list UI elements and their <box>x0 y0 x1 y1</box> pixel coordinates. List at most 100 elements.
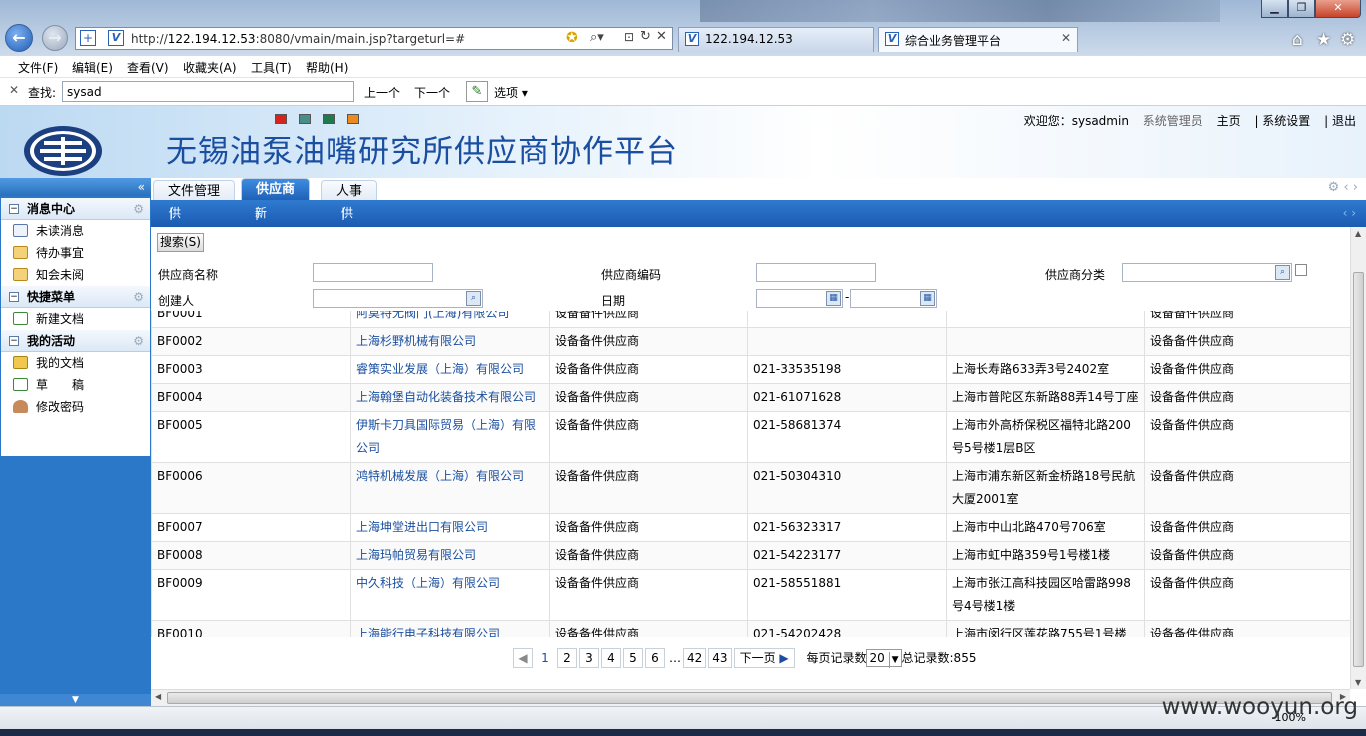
table-row[interactable]: BF0004 上海翰堡自动化装备技术有限公司 设备备件供应商 021-61071628… <box>151 383 1350 412</box>
tab-supplier[interactable]: 供应商 <box>241 178 311 200</box>
supplier-category-input[interactable]: ⌕ <box>1122 263 1292 282</box>
skin-orange-swatch[interactable] <box>347 114 359 124</box>
gear-icon[interactable]: ⚙ <box>133 286 144 308</box>
favorites-icon[interactable]: ★ <box>1316 30 1331 50</box>
subnav-scroll-icon[interactable]: ‹ › <box>1343 200 1356 227</box>
scroll-thumb[interactable] <box>1353 272 1364 667</box>
page-42[interactable]: 42 <box>683 648 707 668</box>
stop-icon[interactable]: ✕ <box>656 29 667 44</box>
sidebar-item-my-documents[interactable]: 我的文档 <box>1 352 150 374</box>
per-page-select[interactable]: 20 ▼ <box>866 649 902 668</box>
search-button[interactable]: 搜索(S) <box>157 233 204 252</box>
cell-company[interactable]: 上海能行电子科技有限公司 <box>350 620 550 637</box>
creator-input[interactable]: ⌕ <box>313 289 483 308</box>
table-row[interactable]: BF0003 睿策实业发展（上海）有限公司 设备备件供应商 021-33535198 上… <box>151 355 1350 384</box>
cell-company[interactable]: 上海杉野机械有限公司 <box>350 327 550 356</box>
scroll-thumb[interactable] <box>167 692 1332 704</box>
page-6[interactable]: 6 <box>645 648 665 668</box>
section-message-center[interactable]: − 消息中心 ⚙ <box>1 198 150 220</box>
gear-icon[interactable]: ⚙ <box>133 330 144 352</box>
table-row[interactable]: BF0008 上海玛帕贸易有限公司 设备备件供应商 021-54223177 上海市虹中… <box>151 541 1350 570</box>
menu-view[interactable]: 查看(V) <box>127 59 169 76</box>
url-text[interactable]: http://122.194.12.53:8080/vmain/main.jsp… <box>131 32 465 46</box>
search-icon[interactable]: ⌕▾ <box>590 30 604 45</box>
tab-hr[interactable]: 人事 <box>321 180 378 200</box>
collapse-sidebar-icon[interactable]: « <box>0 178 151 196</box>
home-icon[interactable]: ⌂ <box>1292 30 1303 50</box>
cell-company[interactable]: 上海坤堂进出口有限公司 <box>350 513 550 542</box>
browser-tab-2[interactable]: V 综合业务管理平台 ✕ <box>878 27 1078 52</box>
menu-tools[interactable]: 工具(T) <box>251 59 292 76</box>
page-1[interactable]: 1 <box>535 648 555 668</box>
gear-icon[interactable]: ⚙ <box>133 198 144 220</box>
minimize-button[interactable]: ▁ <box>1261 0 1288 18</box>
back-button[interactable]: ← <box>5 24 33 52</box>
supplier-code-input[interactable] <box>756 263 876 282</box>
collapse-icon[interactable]: − <box>9 204 19 214</box>
skin-green-swatch[interactable] <box>323 114 335 124</box>
refresh-icon[interactable]: ↻ <box>640 29 651 44</box>
collapse-icon[interactable]: − <box>9 336 19 346</box>
find-options-button[interactable]: 选项 ▾ <box>494 84 528 101</box>
subnav-new-supplier[interactable]: 新建供应商 | <box>255 200 267 328</box>
date-from-input[interactable]: ▦ <box>756 289 843 308</box>
sidebar-item-change-password[interactable]: 修改密码 <box>1 396 150 418</box>
sidebar-item-new-document[interactable]: 新建文档 <box>1 308 150 330</box>
page-4[interactable]: 4 <box>601 648 621 668</box>
table-row[interactable]: BF0005 伊斯卡刀具国际贸易（上海）有限公司 设备备件供应商 021-586813… <box>151 411 1350 463</box>
compat-view-icon[interactable]: ⊡ <box>624 30 634 44</box>
tab-file-management[interactable]: 文件管理 <box>153 180 236 200</box>
browser-tab-1[interactable]: V 122.194.12.53 <box>678 27 874 52</box>
cell-company[interactable]: 中久科技（上海）有限公司 <box>350 569 550 621</box>
section-my-activity[interactable]: − 我的活动 ⚙ <box>1 330 150 352</box>
page-5[interactable]: 5 <box>623 648 643 668</box>
compat-icon[interactable]: + <box>80 30 96 46</box>
calendar-icon[interactable]: ▦ <box>920 291 935 306</box>
supplier-name-input[interactable] <box>313 263 433 282</box>
collapse-icon[interactable]: − <box>9 292 19 302</box>
subnav-supplier-search[interactable]: 供应商搜索 | <box>341 200 353 328</box>
scroll-up-icon[interactable]: ▲ <box>1355 229 1361 238</box>
tools-gear-icon[interactable]: ⚙ <box>1340 30 1355 50</box>
sidebar-item-todo[interactable]: 待办事宜 <box>1 242 150 264</box>
menu-help[interactable]: 帮助(H) <box>306 59 348 76</box>
cell-company[interactable]: 睿策实业发展（上海）有限公司 <box>350 355 550 384</box>
sidebar-item-unread[interactable]: 未读消息 <box>1 220 150 242</box>
search-icon[interactable]: ⌕ <box>466 291 481 306</box>
skin-teal-swatch[interactable] <box>299 114 311 124</box>
category-checkbox[interactable] <box>1295 264 1307 276</box>
sidebar-item-drafts[interactable]: 草 稿 <box>1 374 150 396</box>
scroll-down-icon[interactable]: ▼ <box>1355 678 1361 687</box>
page-3[interactable]: 3 <box>579 648 599 668</box>
close-tab-icon[interactable]: ✕ <box>1061 31 1071 45</box>
menu-edit[interactable]: 编辑(E) <box>72 59 113 76</box>
chevron-down-icon[interactable]: ▼ <box>0 694 151 706</box>
page-43[interactable]: 43 <box>708 648 732 668</box>
subnav-supplier-list[interactable]: 供应商列表 | <box>169 200 181 328</box>
security-icon[interactable]: ✪ <box>566 30 578 46</box>
table-row[interactable]: BF0009 中久科技（上海）有限公司 设备备件供应商 021-58551881 上海市… <box>151 569 1350 621</box>
search-icon[interactable]: ⌕ <box>1275 265 1290 280</box>
calendar-icon[interactable]: ▦ <box>826 291 841 306</box>
section-quick-menu[interactable]: − 快捷菜单 ⚙ <box>1 286 150 308</box>
forward-button[interactable]: → <box>42 25 68 51</box>
prev-page-icon[interactable]: ◀ <box>513 648 533 668</box>
page-2[interactable]: 2 <box>557 648 577 668</box>
maximize-button[interactable]: ❐ <box>1288 0 1315 18</box>
close-window-button[interactable]: ✕ <box>1315 0 1361 18</box>
cell-company[interactable]: 上海玛帕贸易有限公司 <box>350 541 550 570</box>
find-prev-button[interactable]: 上一个 <box>364 84 400 101</box>
tab-nav-icon[interactable]: ⚙ ‹ › <box>1328 180 1358 195</box>
home-link[interactable]: 主页 <box>1217 114 1241 128</box>
settings-link[interactable]: | 系统设置 <box>1254 114 1310 128</box>
menu-favorites[interactable]: 收藏夹(A) <box>183 59 237 76</box>
cell-company[interactable]: 阿莫特无阀门(上海)有限公司 <box>350 311 550 328</box>
close-find-icon[interactable]: ✕ <box>9 83 19 97</box>
table-row[interactable]: BF0006 鸿特机械发展（上海）有限公司 设备备件供应商 021-50304310 上… <box>151 462 1350 514</box>
cell-company[interactable]: 鸿特机械发展（上海）有限公司 <box>350 462 550 514</box>
table-row[interactable]: BF0007 上海坤堂进出口有限公司 设备备件供应商 021-56323317 上海市中… <box>151 513 1350 542</box>
skin-red-swatch[interactable] <box>275 114 287 124</box>
next-page-button[interactable]: 下一页 ▶ <box>733 648 795 668</box>
cell-company[interactable]: 伊斯卡刀具国际贸易（上海）有限公司 <box>350 411 550 463</box>
address-bar[interactable]: + V http://122.194.12.53:8080/vmain/main… <box>75 27 673 50</box>
